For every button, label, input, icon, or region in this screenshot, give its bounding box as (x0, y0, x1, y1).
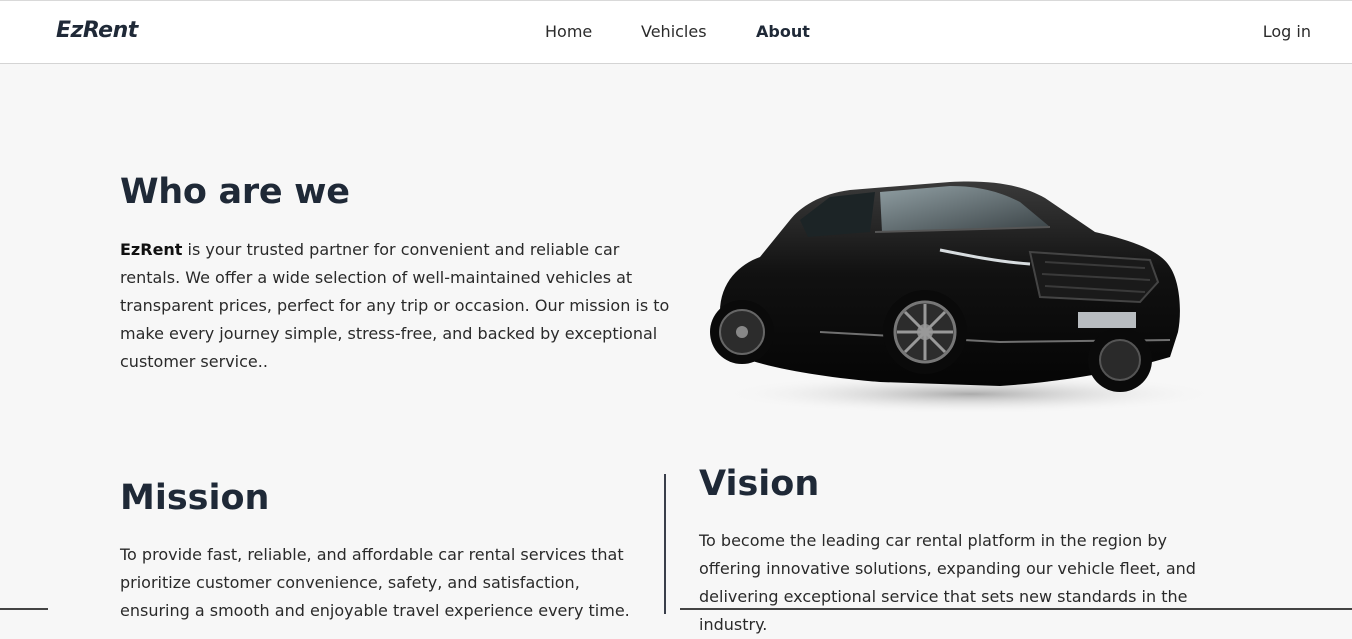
navbar: EzRent Home Vehicles About Log in (0, 0, 1352, 64)
vision-title: Vision (699, 464, 820, 504)
nav-link-vehicles[interactable]: Vehicles (641, 22, 707, 41)
login-link[interactable]: Log in (1263, 22, 1311, 41)
section-divider (664, 474, 666, 614)
vision-text: To become the leading car rental platfor… (699, 531, 1196, 634)
mission-text: To provide fast, reliable, and affordabl… (120, 545, 630, 620)
nav-link-about[interactable]: About (756, 22, 810, 41)
car-image (710, 181, 1220, 414)
brand-logo[interactable]: EzRent (56, 18, 138, 43)
who-are-we-text: EzRent is your trusted partner for conve… (120, 236, 680, 376)
who-are-we-title: Who are we (120, 172, 350, 212)
nav-link-home[interactable]: Home (545, 22, 592, 41)
mission-title: Mission (120, 478, 270, 518)
brand-name-bold: EzRent (120, 240, 183, 259)
who-are-we-description: is your trusted partner for convenient a… (120, 240, 670, 371)
